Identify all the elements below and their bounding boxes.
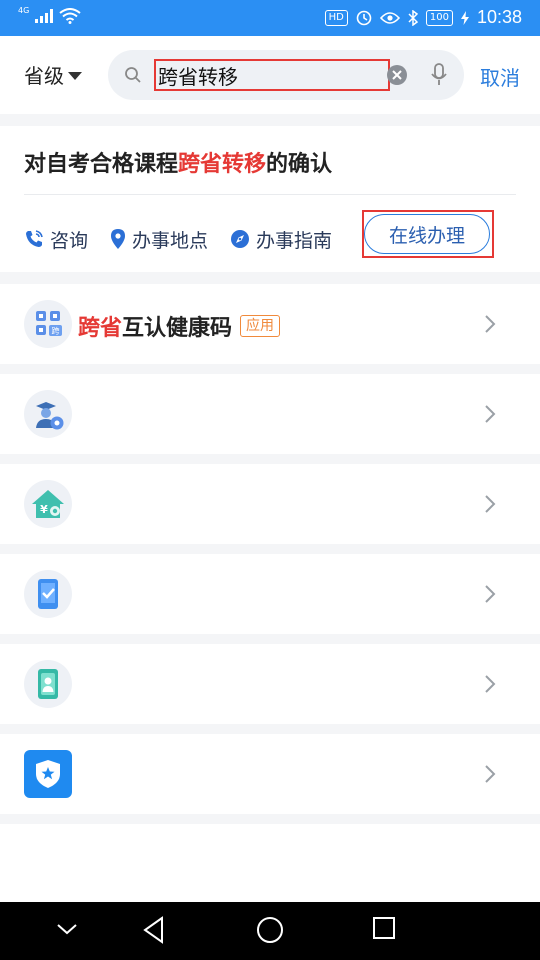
divider bbox=[0, 634, 540, 644]
phone-check-icon bbox=[24, 570, 72, 618]
result-card[interactable]: 对自考合格课程跨省转移的确认 咨询 办事地点 办事指南 在线办理 bbox=[0, 126, 540, 272]
divider bbox=[0, 544, 540, 554]
chevron-right-icon bbox=[485, 405, 496, 423]
guide-label: 办事指南 bbox=[256, 229, 333, 252]
office-location-action[interactable]: 办事地点 bbox=[110, 226, 208, 253]
health-code-icon: 跨 bbox=[24, 300, 72, 348]
guide-action[interactable]: 办事指南 bbox=[230, 226, 332, 253]
title-suffix: 的确认 bbox=[266, 152, 333, 177]
svg-text:跨: 跨 bbox=[52, 327, 60, 336]
province-label: 省级 bbox=[24, 64, 64, 88]
hd-icon: HD bbox=[324, 9, 348, 26]
network-type: 4G bbox=[18, 5, 30, 15]
cancel-button[interactable]: 取消 bbox=[480, 62, 520, 91]
list-item-text: 互认健康码 bbox=[122, 316, 233, 341]
eye-icon bbox=[379, 11, 400, 24]
search-bar: 省级 取消 bbox=[0, 36, 540, 114]
home-icon[interactable] bbox=[256, 916, 284, 944]
status-time: 10:38 bbox=[476, 7, 522, 27]
location-pin-icon bbox=[111, 229, 126, 249]
card-divider bbox=[24, 194, 516, 195]
clock-icon bbox=[356, 10, 372, 25]
divider bbox=[0, 454, 540, 464]
recents-icon[interactable] bbox=[372, 916, 396, 940]
list-item[interactable] bbox=[0, 644, 540, 724]
consult-action[interactable]: 咨询 bbox=[24, 226, 88, 253]
search-icon bbox=[125, 67, 141, 83]
compass-icon bbox=[231, 230, 250, 248]
chevron-right-icon bbox=[485, 315, 496, 333]
mic-icon[interactable] bbox=[430, 63, 448, 87]
divider bbox=[0, 814, 540, 824]
status-left: 4G bbox=[18, 5, 81, 24]
consult-label: 咨询 bbox=[50, 229, 89, 252]
app-tag: 应用 bbox=[240, 315, 281, 337]
svg-text:¥: ¥ bbox=[40, 503, 48, 516]
chevron-right-icon bbox=[485, 765, 496, 783]
divider bbox=[0, 724, 540, 734]
chevron-down-icon[interactable] bbox=[56, 922, 78, 936]
chevron-right-icon bbox=[485, 495, 496, 513]
clear-icon[interactable] bbox=[386, 64, 408, 86]
list-item-highlight: 跨省 bbox=[78, 316, 123, 341]
online-service-button[interactable]: 在线办理 bbox=[364, 214, 490, 254]
back-icon[interactable] bbox=[142, 916, 166, 944]
divider bbox=[0, 272, 540, 284]
list-item[interactable] bbox=[0, 374, 540, 454]
divider bbox=[0, 364, 540, 374]
id-card-icon bbox=[24, 660, 72, 708]
result-title[interactable]: 对自考合格课程跨省转移的确认 bbox=[24, 146, 332, 178]
charging-icon bbox=[460, 10, 469, 25]
caret-down-icon bbox=[68, 71, 82, 80]
office-location-label: 办事地点 bbox=[132, 229, 209, 252]
list-item[interactable] bbox=[0, 554, 540, 634]
title-highlight: 跨省转移 bbox=[178, 152, 267, 177]
house-yuan-icon: ¥ bbox=[24, 480, 72, 528]
province-selector[interactable]: 省级 bbox=[24, 60, 82, 89]
list-item[interactable]: ¥ bbox=[0, 464, 540, 544]
navigation-bar bbox=[0, 902, 540, 960]
battery-indicator: 100 bbox=[425, 9, 453, 26]
police-badge-icon bbox=[24, 750, 72, 798]
bluetooth-icon bbox=[408, 9, 418, 26]
graduate-settings-icon bbox=[24, 390, 72, 438]
list-item[interactable]: 跨 跨省 互认健康码 应用 bbox=[0, 284, 540, 364]
search-input[interactable] bbox=[154, 59, 390, 91]
list-item-label: 跨省 互认健康码 应用 bbox=[78, 310, 281, 342]
list-item[interactable] bbox=[0, 734, 540, 814]
divider bbox=[0, 114, 540, 126]
signal-icon bbox=[35, 9, 54, 23]
status-bar: 4G HD 100 10:38 bbox=[0, 0, 540, 36]
title-prefix: 对自考合格课程 bbox=[24, 152, 179, 177]
phone-icon bbox=[26, 230, 43, 247]
status-right: HD 100 10:38 bbox=[324, 7, 522, 28]
search-box[interactable] bbox=[108, 50, 464, 100]
wifi-icon bbox=[59, 8, 81, 24]
chevron-right-icon bbox=[485, 675, 496, 693]
chevron-right-icon bbox=[485, 585, 496, 603]
